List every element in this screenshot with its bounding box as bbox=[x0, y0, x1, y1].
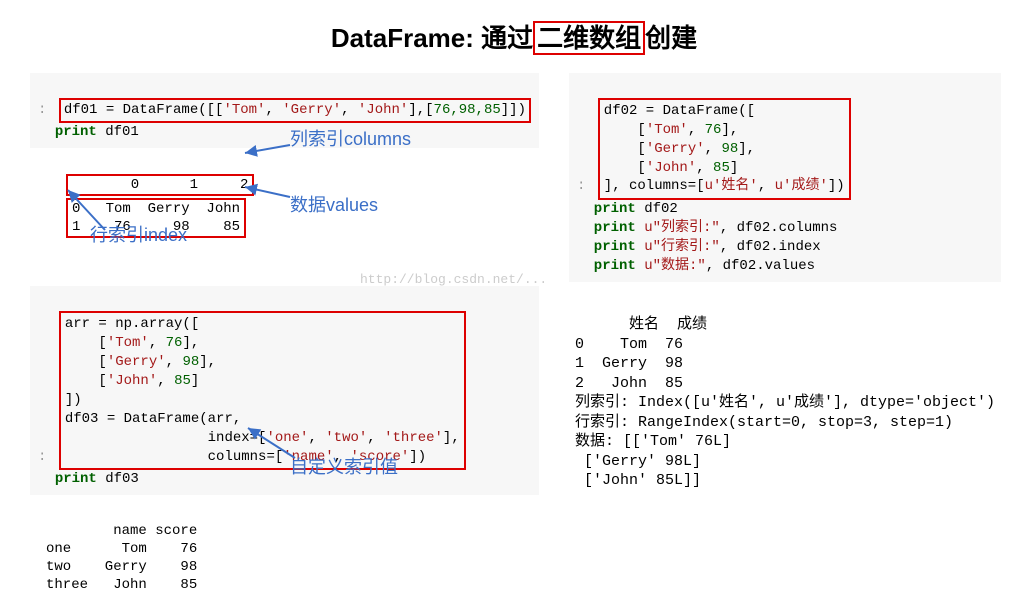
left-column: : df01 = DataFrame([['Tom', 'Gerry', 'Jo… bbox=[30, 73, 539, 598]
output-df03: name score one Tom 76 two Gerry 98 three… bbox=[40, 499, 539, 598]
in-prompt-2: : bbox=[38, 449, 46, 465]
code-cell-df03: : arr = np.array([ ['Tom', 76], ['Gerry'… bbox=[30, 286, 539, 495]
annotation-custom-index: 自定义索引值 bbox=[290, 453, 398, 479]
in-prompt: : bbox=[38, 102, 46, 118]
title-boxed: 二维数组 bbox=[533, 21, 645, 55]
red-highlight-df02: df02 = DataFrame([ ['Tom', 76], ['Gerry'… bbox=[598, 98, 851, 200]
two-column-layout: : df01 = DataFrame([['Tom', 'Gerry', 'Jo… bbox=[30, 73, 998, 598]
code-cell-df01: : df01 = DataFrame([['Tom', 'Gerry', 'Jo… bbox=[30, 73, 539, 148]
title-suffix: 创建 bbox=[645, 23, 697, 53]
annotation-index: 行索引index bbox=[90, 221, 187, 247]
code-cell-df02: : df02 = DataFrame([ ['Tom', 76], ['Gerr… bbox=[569, 73, 1001, 282]
annotation-columns: 列索引columns bbox=[290, 125, 411, 151]
annotation-values: 数据values bbox=[290, 191, 378, 217]
page-title: DataFrame: 通过二维数组创建 bbox=[30, 18, 998, 55]
in-prompt-3: : bbox=[577, 178, 585, 194]
right-column: : df02 = DataFrame([ ['Tom', 76], ['Gerr… bbox=[569, 73, 1001, 598]
output-df02: 姓名 成绩 0 Tom 76 1 Gerry 98 2 John 85 列索引:… bbox=[569, 292, 1001, 495]
red-highlight-df03: arr = np.array([ ['Tom', 76], ['Gerry', … bbox=[59, 311, 466, 470]
title-prefix: DataFrame: 通过 bbox=[331, 23, 533, 53]
red-highlight-df01: df01 = DataFrame([['Tom', 'Gerry', 'John… bbox=[59, 98, 531, 123]
